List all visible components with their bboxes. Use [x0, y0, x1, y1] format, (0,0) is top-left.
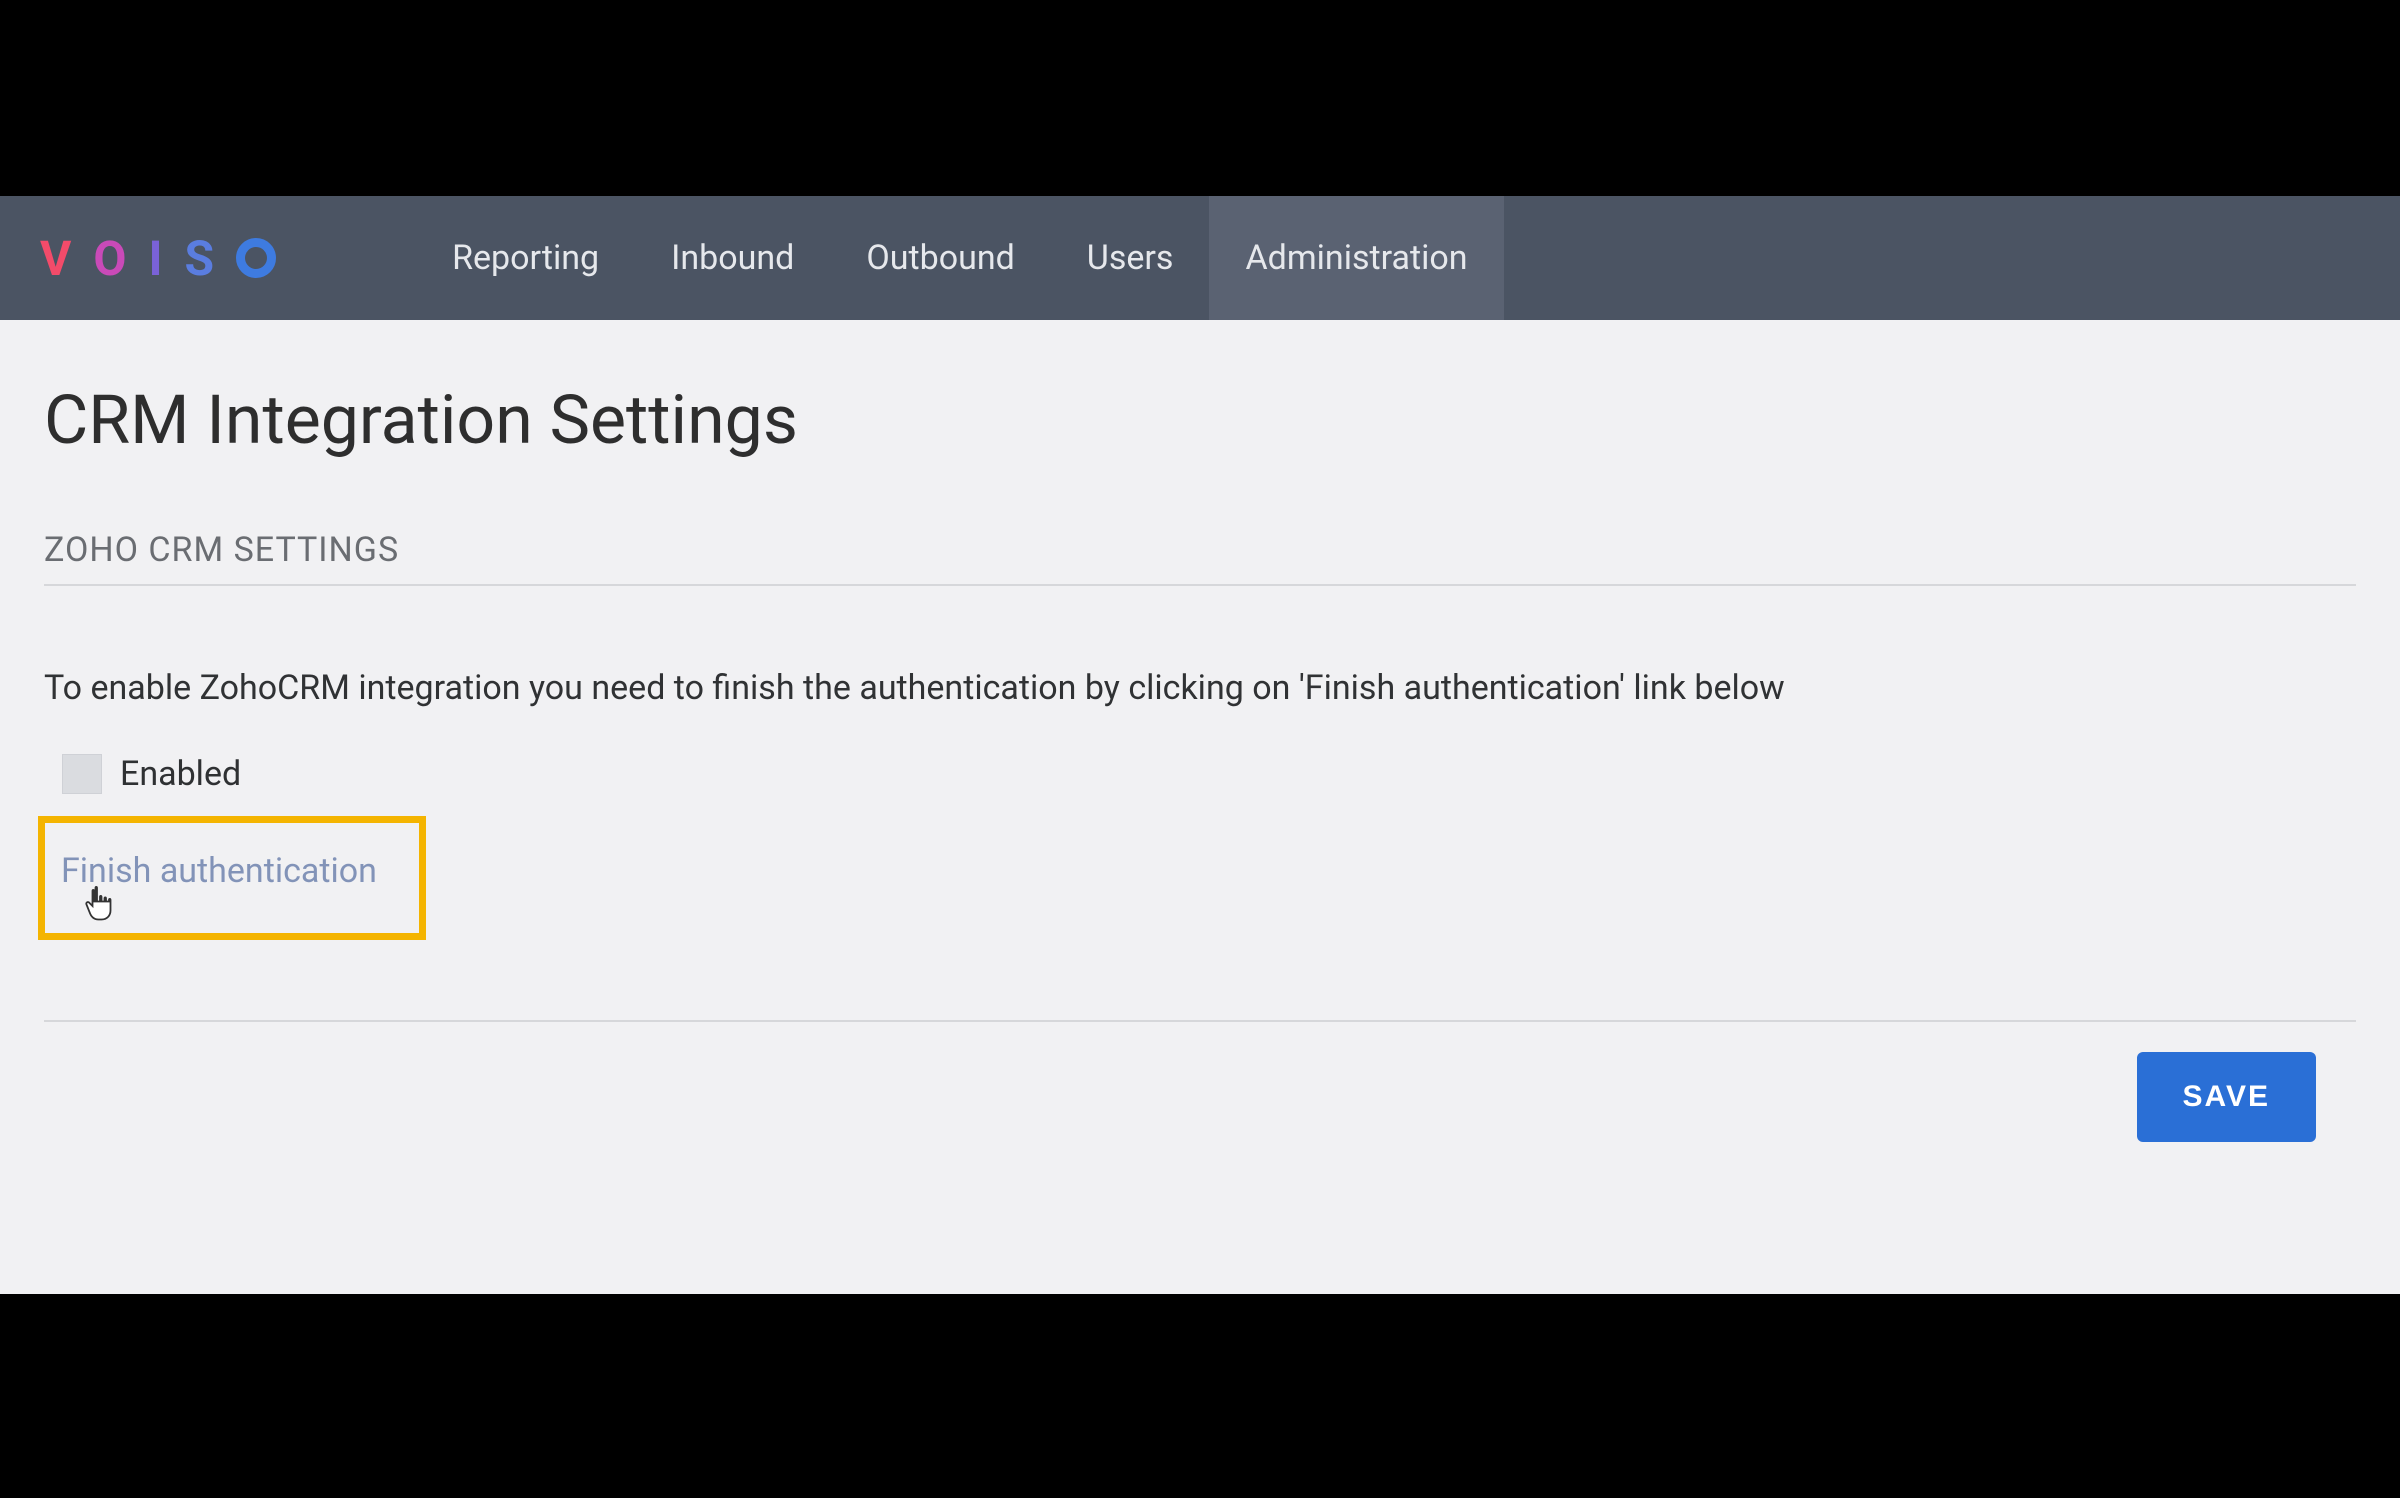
- divider: [44, 1020, 2356, 1022]
- nav-administration[interactable]: Administration: [1209, 196, 1503, 320]
- button-row: SAVE: [44, 1052, 2356, 1142]
- section-title: ZOHO CRM SETTINGS: [44, 530, 2356, 586]
- logo-letter-o1: O: [93, 230, 140, 287]
- page-content: CRM Integration Settings ZOHO CRM SETTIN…: [0, 320, 2400, 1142]
- page-title: CRM Integration Settings: [44, 380, 2356, 460]
- enabled-label: Enabled: [120, 754, 241, 794]
- enabled-checkbox-row: Enabled: [62, 754, 2356, 794]
- logo-letter-s: S: [185, 230, 229, 287]
- logo-letter-v: V: [40, 230, 85, 287]
- app-window: VOIS Reporting Inbound Outbound Users Ad…: [0, 196, 2400, 1294]
- logo-letter-i: I: [148, 230, 176, 287]
- enabled-checkbox[interactable]: [62, 754, 102, 794]
- nav-inbound[interactable]: Inbound: [635, 196, 830, 320]
- top-navigation: VOIS Reporting Inbound Outbound Users Ad…: [0, 196, 2400, 320]
- pointer-cursor-icon: [81, 885, 119, 927]
- instruction-text: To enable ZohoCRM integration you need t…: [44, 666, 2356, 710]
- logo-circle-icon: [236, 238, 276, 278]
- finish-authentication-link[interactable]: Finish authentication: [61, 851, 377, 891]
- nav-items: Reporting Inbound Outbound Users Adminis…: [416, 196, 1503, 320]
- save-button[interactable]: SAVE: [2137, 1052, 2316, 1142]
- nav-users[interactable]: Users: [1051, 196, 1210, 320]
- nav-reporting[interactable]: Reporting: [416, 196, 635, 320]
- highlight-box: Finish authentication: [38, 816, 426, 940]
- voiso-logo: VOIS: [40, 230, 276, 287]
- nav-outbound[interactable]: Outbound: [830, 196, 1050, 320]
